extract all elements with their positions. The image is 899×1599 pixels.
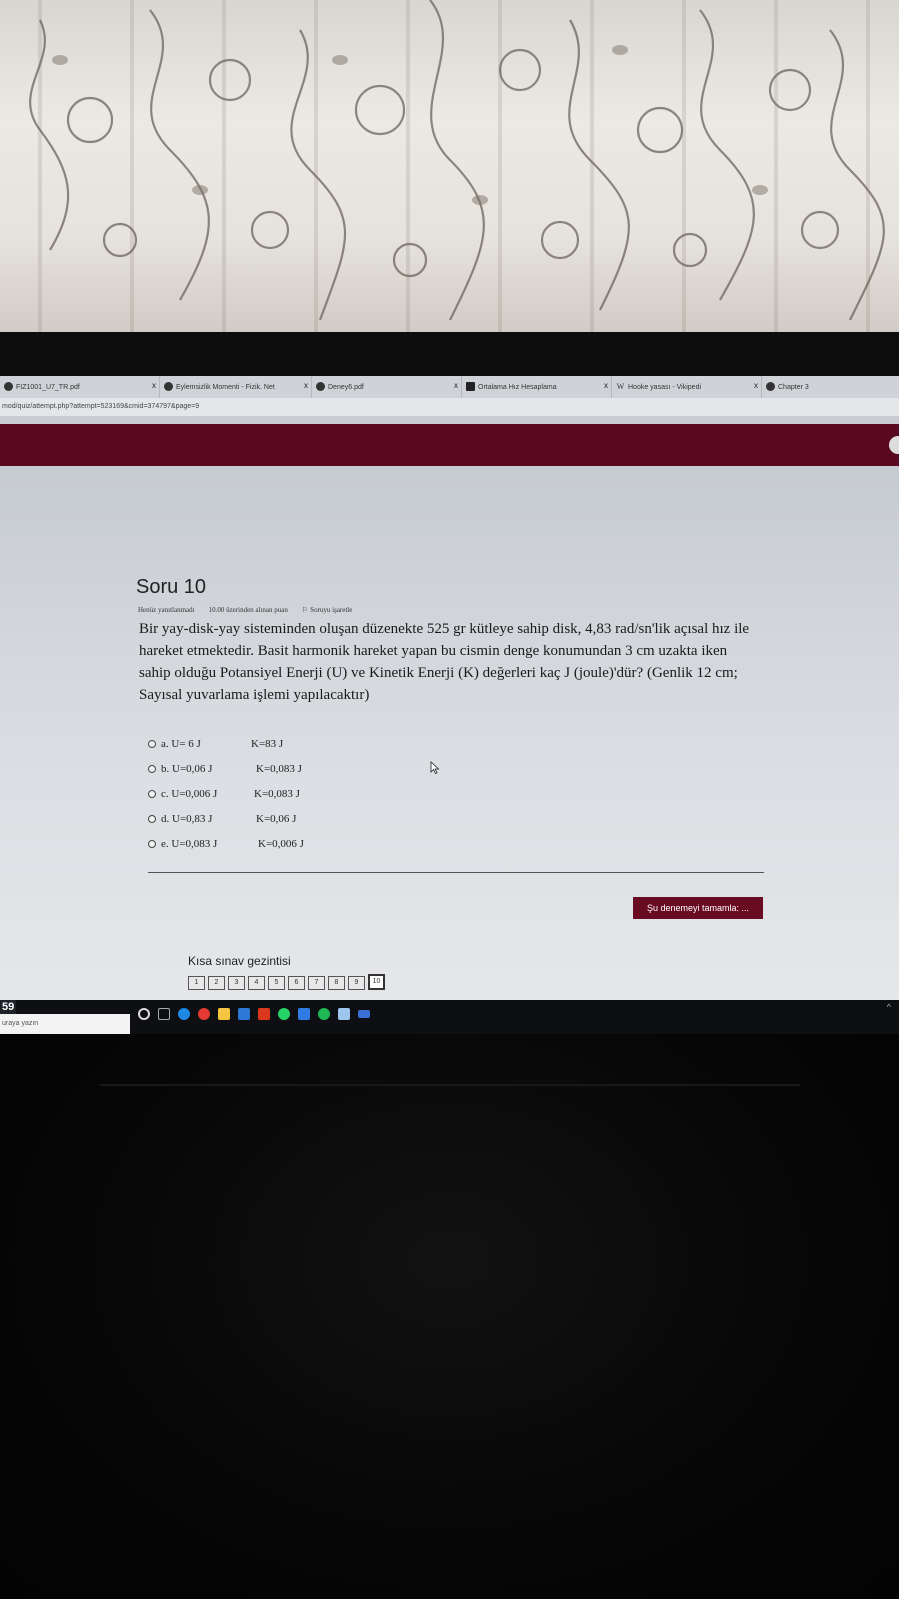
- app-icon[interactable]: [338, 1008, 350, 1020]
- folder-icon[interactable]: [218, 1008, 230, 1020]
- answer-u: a. U= 6 J: [161, 737, 201, 750]
- office-icon[interactable]: [258, 1008, 270, 1020]
- taskbar-search-input[interactable]: uraya yazın: [0, 1014, 130, 1034]
- background-curtain: [0, 0, 899, 340]
- tab-eylemsizlik[interactable]: Eylemsizlik Momenti - Fizik. Net x: [160, 376, 312, 398]
- quiz-nav-page[interactable]: 7: [308, 976, 325, 990]
- answer-u: c. U=0,006 J: [161, 787, 218, 800]
- question-title: Soru 10: [136, 576, 207, 598]
- square-icon: [466, 382, 475, 391]
- tab-label: FIZ1001_U7_TR.pdf: [16, 383, 80, 391]
- answer-option-d[interactable]: d. U=0,83 J K=0,06 J: [148, 806, 304, 831]
- chrome-icon[interactable]: [198, 1008, 210, 1020]
- quiz-content: Soru 10 Henüz yanıtlanmadı 10.00 üzerind…: [0, 466, 899, 1004]
- edge-icon[interactable]: [178, 1008, 190, 1020]
- quiz-nav-page[interactable]: 5: [268, 976, 285, 990]
- radio-button[interactable]: [148, 739, 156, 748]
- circle-icon: [316, 382, 325, 391]
- close-icon[interactable]: x: [604, 381, 608, 390]
- close-icon[interactable]: x: [304, 381, 308, 390]
- tab-label: Hooke yasası - Vikipedi: [628, 383, 702, 391]
- tab-label: Chapter 3: [778, 383, 809, 391]
- answer-option-c[interactable]: c. U=0,006 J K=0,083 J: [148, 781, 304, 806]
- system-tray-chevron-icon[interactable]: ^: [887, 1002, 891, 1012]
- keyboard-edge: [100, 1084, 800, 1086]
- browser-tab-bar: FIZ1001_U7_TR.pdf x Eylemsizlik Momenti …: [0, 376, 899, 398]
- mail-icon[interactable]: [238, 1008, 250, 1020]
- question-meta: Henüz yanıtlanmadı 10.00 üzerinden alına…: [138, 606, 352, 614]
- question-text: Bir yay-disk-yay sisteminden oluşan düze…: [139, 621, 750, 703]
- radio-button[interactable]: [148, 764, 156, 773]
- close-icon[interactable]: x: [754, 381, 758, 390]
- quiz-nav-page-current[interactable]: 10: [368, 974, 385, 990]
- laptop-keyboard: [0, 1034, 899, 1599]
- answer-option-a[interactable]: a. U= 6 J K=83 J: [148, 731, 304, 756]
- quiz-navigation: 1 2 3 4 5 6 7 8 9 10: [188, 974, 385, 990]
- todo-icon[interactable]: [298, 1008, 310, 1020]
- monitor-bezel: [0, 332, 899, 378]
- tab-label: Eylemsizlik Momenti - Fizik. Net: [176, 383, 275, 391]
- tab-label: Ortalama Hız Hesaplama: [478, 383, 557, 391]
- answer-u: d. U=0,83 J: [161, 812, 213, 825]
- taskbar-clock: 59: [0, 1000, 17, 1014]
- quiz-nav-page[interactable]: 8: [328, 976, 345, 990]
- task-view-icon[interactable]: [158, 1008, 170, 1020]
- tab-deney6[interactable]: Deney6.pdf x: [312, 376, 462, 398]
- close-icon[interactable]: x: [454, 381, 458, 390]
- answer-k: K=0,083 J: [254, 787, 300, 800]
- window-icon[interactable]: [358, 1010, 370, 1018]
- tab-chapter3[interactable]: Chapter 3: [762, 376, 899, 398]
- curtain-pattern: [29, 0, 885, 321]
- radio-button[interactable]: [148, 839, 156, 848]
- whatsapp-icon[interactable]: [278, 1008, 290, 1020]
- quiz-nav-page[interactable]: 6: [288, 976, 305, 990]
- answer-k: K=0,06 J: [256, 812, 297, 825]
- radio-button[interactable]: [148, 814, 156, 823]
- monitor-screen: FIZ1001_U7_TR.pdf x Eylemsizlik Momenti …: [0, 376, 899, 1004]
- answer-k: K=0,083 J: [256, 762, 302, 775]
- quiz-navigation-title: Kısa sınav gezintisi: [188, 954, 291, 968]
- answer-option-e[interactable]: e. U=0,083 J K=0,006 J: [148, 831, 304, 856]
- tab-label: Deney6.pdf: [328, 383, 364, 391]
- tab-hooke[interactable]: W Hooke yasası - Vikipedi x: [612, 376, 762, 398]
- answer-k: K=83 J: [251, 737, 284, 750]
- circle-icon: [164, 382, 173, 391]
- quiz-nav-page[interactable]: 3: [228, 976, 245, 990]
- flag-icon: ⚐: [301, 606, 309, 614]
- circle-icon: [4, 382, 13, 391]
- quiz-nav-page[interactable]: 1: [188, 976, 205, 990]
- quiz-nav-page[interactable]: 2: [208, 976, 225, 990]
- tab-fiz1001[interactable]: FIZ1001_U7_TR.pdf x: [0, 376, 160, 398]
- taskbar-icons: [138, 1008, 370, 1020]
- user-avatar[interactable]: [889, 436, 899, 454]
- answer-u: e. U=0,083 J: [161, 837, 218, 850]
- question-points: 10.00 üzerinden alınan puan: [208, 606, 288, 614]
- address-bar[interactable]: mod/quiz/attempt.php?attempt=523169&cmid…: [0, 398, 899, 416]
- flag-label: Soruyu işaretle: [310, 606, 353, 614]
- wikipedia-icon: W: [616, 382, 625, 391]
- radio-button[interactable]: [148, 789, 156, 798]
- question-status: Henüz yanıtlanmadı: [138, 606, 195, 614]
- cortana-icon[interactable]: [138, 1008, 150, 1020]
- answer-u: b. U=0,06 J: [161, 762, 213, 775]
- answer-k: K=0,006 J: [258, 837, 304, 850]
- windows-taskbar: 59 uraya yazın ^: [0, 1000, 899, 1034]
- circle-icon: [766, 382, 775, 391]
- close-icon[interactable]: x: [152, 381, 156, 390]
- answer-list: a. U= 6 J K=83 J b. U=0,06 J K=0,083 J c…: [148, 731, 304, 856]
- answer-option-b[interactable]: b. U=0,06 J K=0,083 J: [148, 756, 304, 781]
- flag-question-link[interactable]: ⚐ Soruyu işaretle: [302, 606, 352, 614]
- section-divider: [148, 872, 764, 873]
- site-header: [0, 424, 899, 466]
- finish-attempt-button[interactable]: Şu denemeyi tamamla: ...: [633, 897, 763, 919]
- quiz-nav-page[interactable]: 4: [248, 976, 265, 990]
- spotify-icon[interactable]: [318, 1008, 330, 1020]
- quiz-nav-page[interactable]: 9: [348, 976, 365, 990]
- tab-ortalama[interactable]: Ortalama Hız Hesaplama x: [462, 376, 612, 398]
